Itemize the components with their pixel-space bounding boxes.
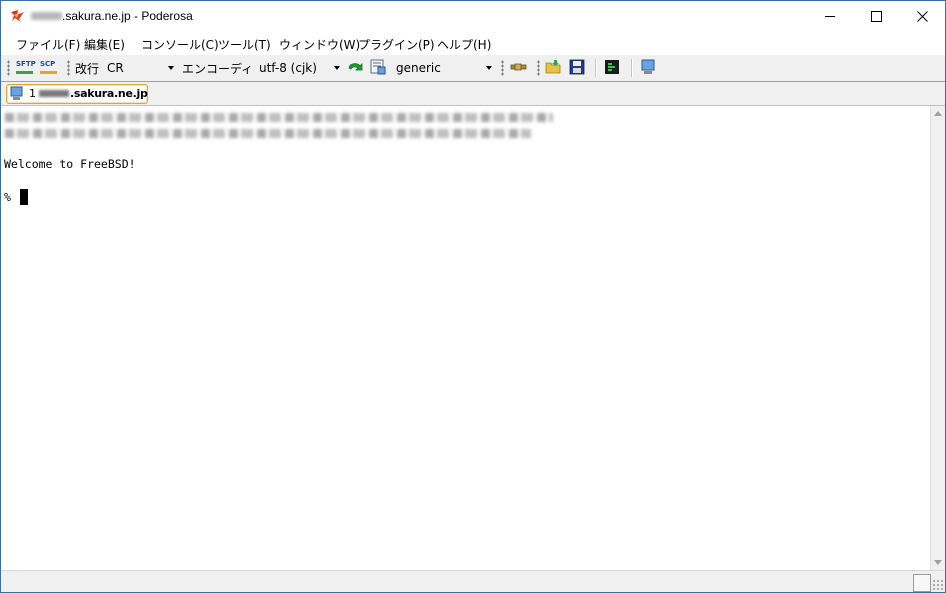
close-icon — [916, 10, 928, 22]
save-icon — [569, 59, 585, 75]
folder-open-icon — [545, 60, 561, 74]
poderosa-icon — [11, 10, 24, 22]
document-settings-icon — [370, 59, 386, 75]
macro-button[interactable] — [603, 58, 623, 78]
newline-select[interactable]: CR — [103, 58, 177, 78]
menu-tools[interactable]: ツール(T) — [218, 36, 271, 53]
chevron-down-icon — [168, 66, 174, 70]
toolbar-grip[interactable] — [501, 60, 504, 76]
plug-icon — [510, 63, 527, 71]
status-indicator — [913, 574, 931, 592]
toolbar-separator — [631, 59, 633, 77]
maximize-button[interactable] — [853, 1, 899, 31]
toolbar-grip[interactable] — [67, 60, 70, 76]
terminal-area[interactable]: Welcome to FreeBSD! % — [1, 106, 930, 570]
terminal-settings-button[interactable] — [369, 58, 389, 78]
scroll-up-icon[interactable] — [934, 111, 942, 116]
terminal-cursor — [20, 189, 28, 205]
sftp-button[interactable]: SFTP — [14, 58, 36, 78]
console-icon — [605, 60, 619, 74]
menu-window[interactable]: ウィンドウ(W) — [279, 36, 360, 53]
menu-help[interactable]: ヘルプ(H) — [437, 36, 491, 53]
tab-strip: 1 .sakura.ne.jp — [1, 82, 945, 106]
chevron-down-icon — [334, 66, 340, 70]
save-button[interactable] — [568, 58, 588, 78]
chevron-down-icon — [486, 66, 492, 70]
redacted-host — [31, 12, 62, 20]
tab-label: .sakura.ne.jp — [70, 87, 148, 100]
scroll-down-icon[interactable] — [934, 560, 942, 565]
encoding-value: utf-8 (cjk) — [259, 61, 317, 75]
vertical-scrollbar[interactable] — [930, 106, 945, 570]
poderosa-window: .sakura.ne.jp - Poderosa ファイル(F) 編集(E) コ… — [0, 0, 946, 593]
redacted-terminal-line — [5, 113, 553, 122]
minimize-button[interactable] — [807, 1, 853, 31]
close-button[interactable] — [899, 1, 945, 31]
menu-console[interactable]: コンソール(C) — [141, 36, 219, 53]
session-button[interactable] — [639, 58, 659, 78]
toolbar-separator — [595, 59, 597, 77]
newline-value: CR — [107, 61, 124, 75]
keyboard-button[interactable] — [509, 58, 531, 78]
terminal-welcome-line: Welcome to FreeBSD! — [4, 157, 136, 171]
menu-plugins[interactable]: プラグイン(P) — [358, 36, 435, 53]
terminal-monitor-icon — [10, 86, 23, 100]
scp-label: SCP — [40, 60, 56, 68]
refresh-button[interactable] — [346, 58, 366, 78]
terminal-type-select[interactable]: generic — [392, 58, 495, 78]
menu-edit[interactable]: 編集(E) — [84, 36, 125, 53]
resize-grip-icon[interactable] — [932, 579, 943, 590]
monitor-icon — [641, 59, 655, 74]
title-bar[interactable]: .sakura.ne.jp - Poderosa — [1, 1, 945, 31]
toolbar-grip[interactable] — [537, 60, 540, 76]
session-tab[interactable]: 1 .sakura.ne.jp — [6, 84, 148, 104]
toolbar-grip[interactable] — [7, 60, 10, 76]
maximize-icon — [870, 10, 882, 22]
toolbar: SFTP SCP 改行 CR エンコーディング utf-8 (cjk) gene… — [1, 55, 945, 82]
tab-number: 1 — [29, 87, 36, 100]
terminal-prompt: % — [4, 190, 11, 204]
sftp-label: SFTP — [16, 60, 36, 68]
scp-button[interactable]: SCP — [38, 58, 60, 78]
terminal-type-value: generic — [396, 61, 441, 75]
newline-label: 改行 — [75, 62, 100, 76]
window-title: .sakura.ne.jp - Poderosa — [62, 9, 193, 23]
green-arrow-icon — [348, 63, 363, 71]
menu-file[interactable]: ファイル(F) — [16, 36, 80, 53]
redacted-host — [39, 90, 69, 97]
encoding-select[interactable]: utf-8 (cjk) — [255, 58, 343, 78]
open-button[interactable] — [545, 58, 565, 78]
sftp-bar — [16, 71, 33, 74]
redacted-terminal-line — [5, 129, 531, 138]
scp-bar — [40, 71, 57, 74]
minimize-icon — [824, 15, 835, 17]
status-bar — [1, 570, 945, 592]
menu-bar: ファイル(F) 編集(E) コンソール(C) ツール(T) ウィンドウ(W) プ… — [1, 31, 945, 55]
